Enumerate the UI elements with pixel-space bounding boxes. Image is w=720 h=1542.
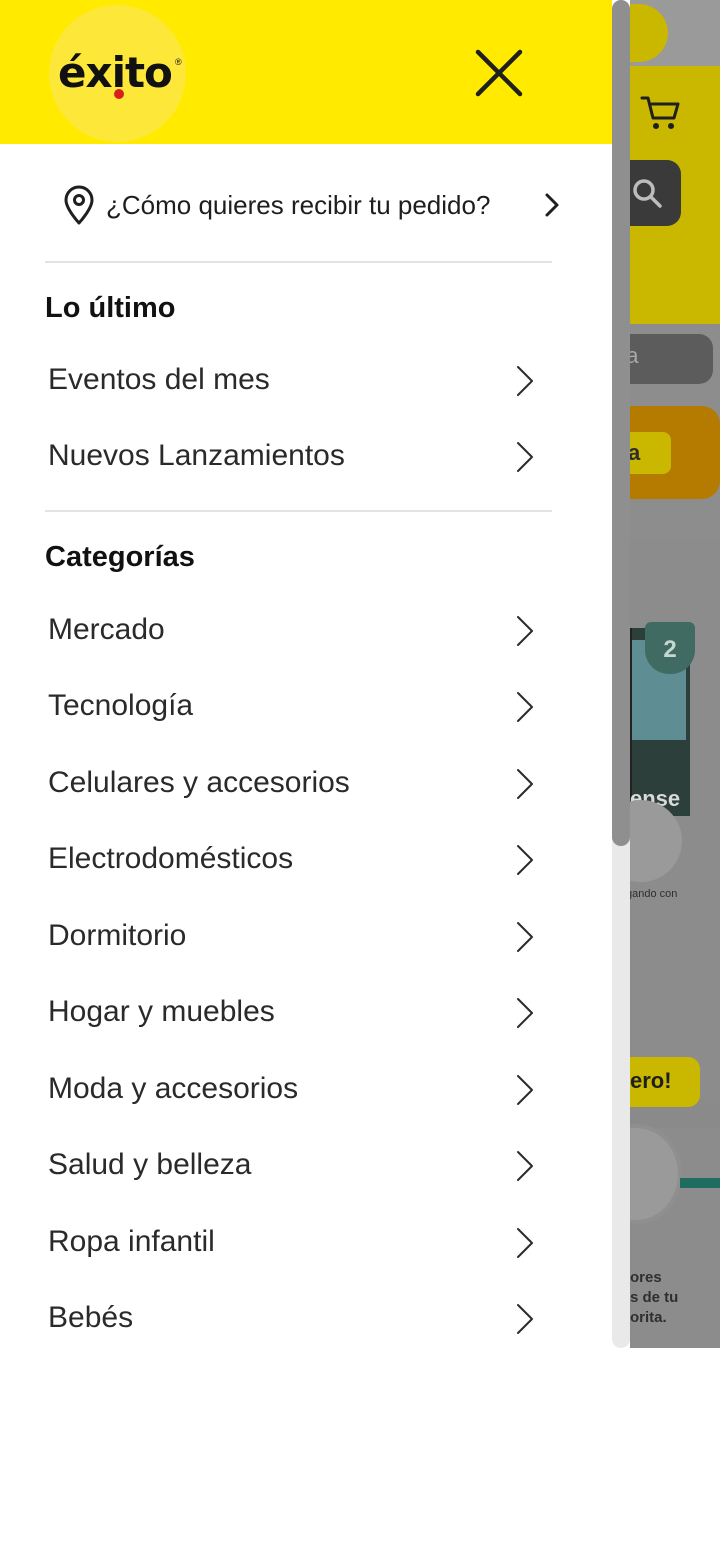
divider bbox=[45, 510, 552, 512]
navigation-drawer: éxito ® ¿Cómo quieres recibir tu pedido?… bbox=[0, 0, 630, 1542]
section-title-categorias: Categorías bbox=[45, 541, 195, 573]
cart-icon[interactable] bbox=[640, 92, 682, 132]
menu-item-label: Eventos del mes bbox=[48, 363, 270, 396]
menu-item-label: Celulares y accesorios bbox=[48, 766, 350, 799]
search-icon bbox=[633, 179, 662, 208]
warranty-shield-icon: 2 bbox=[645, 622, 695, 674]
menu-item-celulares-y-accesorios[interactable]: Celulares y accesorios bbox=[48, 753, 548, 813]
background-accent-bar bbox=[680, 1178, 720, 1188]
menu-item-ropa-infantil[interactable]: Ropa infantil bbox=[48, 1212, 548, 1272]
menu-item-label: Ropa infantil bbox=[48, 1225, 215, 1258]
location-pin-icon bbox=[64, 185, 94, 225]
chevron-right-icon bbox=[517, 616, 533, 646]
chevron-right-icon bbox=[517, 692, 533, 722]
menu-item-label: Tecnología bbox=[48, 689, 194, 722]
delivery-selector[interactable]: ¿Cómo quieres recibir tu pedido? bbox=[62, 182, 572, 228]
menu-item-tecnologia[interactable]: Tecnología bbox=[48, 676, 548, 736]
scrollbar-thumb[interactable] bbox=[612, 0, 630, 846]
chevron-right-icon bbox=[517, 1075, 533, 1105]
background-small-text: gando con bbox=[626, 888, 678, 900]
menu-item-moda-y-accesorios[interactable]: Moda y accesorios bbox=[48, 1059, 548, 1119]
menu-item-mercado[interactable]: Mercado bbox=[48, 600, 548, 660]
menu-item-label: Electrodomésticos bbox=[48, 842, 294, 875]
menu-item-hogar-y-muebles[interactable]: Hogar y muebles bbox=[48, 982, 548, 1042]
menu-item-salud-y-belleza[interactable]: Salud y belleza bbox=[48, 1135, 548, 1195]
menu-item-label: Hogar y muebles bbox=[48, 995, 275, 1028]
chevron-right-icon bbox=[517, 442, 533, 472]
chevron-right-icon bbox=[517, 922, 533, 952]
chevron-right-icon bbox=[517, 845, 533, 875]
delivery-label: ¿Cómo quieres recibir tu pedido? bbox=[106, 189, 491, 220]
menu-item-label: Moda y accesorios bbox=[48, 1072, 299, 1105]
chevron-right-icon bbox=[517, 769, 533, 799]
menu-item-electrodomesticos[interactable]: Electrodomésticos bbox=[48, 829, 548, 889]
menu-item-nuevos-lanzamientos[interactable]: Nuevos Lanzamientos bbox=[48, 426, 548, 486]
chevron-right-icon bbox=[517, 1151, 533, 1181]
menu-item-label: Mercado bbox=[48, 613, 165, 646]
menu-item-eventos-del-mes[interactable]: Eventos del mes bbox=[48, 350, 548, 410]
chevron-right-icon bbox=[517, 998, 533, 1028]
logo-dot bbox=[114, 89, 124, 99]
menu-item-label: Dormitorio bbox=[48, 919, 187, 952]
chevron-right-icon bbox=[545, 193, 559, 217]
close-icon[interactable] bbox=[470, 44, 528, 102]
background-promo-text: ores s de tu orita. bbox=[630, 1269, 679, 1326]
menu-item-label: Bebés bbox=[48, 1301, 134, 1334]
divider bbox=[45, 261, 552, 263]
menu-item-dormitorio[interactable]: Dormitorio bbox=[48, 906, 548, 966]
menu-item-bebes[interactable]: Bebés bbox=[48, 1288, 548, 1348]
chevron-right-icon bbox=[517, 366, 533, 396]
menu-item-label: Salud y belleza bbox=[48, 1148, 252, 1181]
menu-item-label: Nuevos Lanzamientos bbox=[48, 439, 345, 472]
chevron-right-icon bbox=[517, 1228, 533, 1258]
section-title-lo-ultimo: Lo último bbox=[45, 292, 176, 324]
drawer-header: éxito ® bbox=[0, 0, 612, 144]
logo-registered-mark: ® bbox=[175, 57, 182, 67]
chevron-right-icon bbox=[517, 1304, 533, 1334]
